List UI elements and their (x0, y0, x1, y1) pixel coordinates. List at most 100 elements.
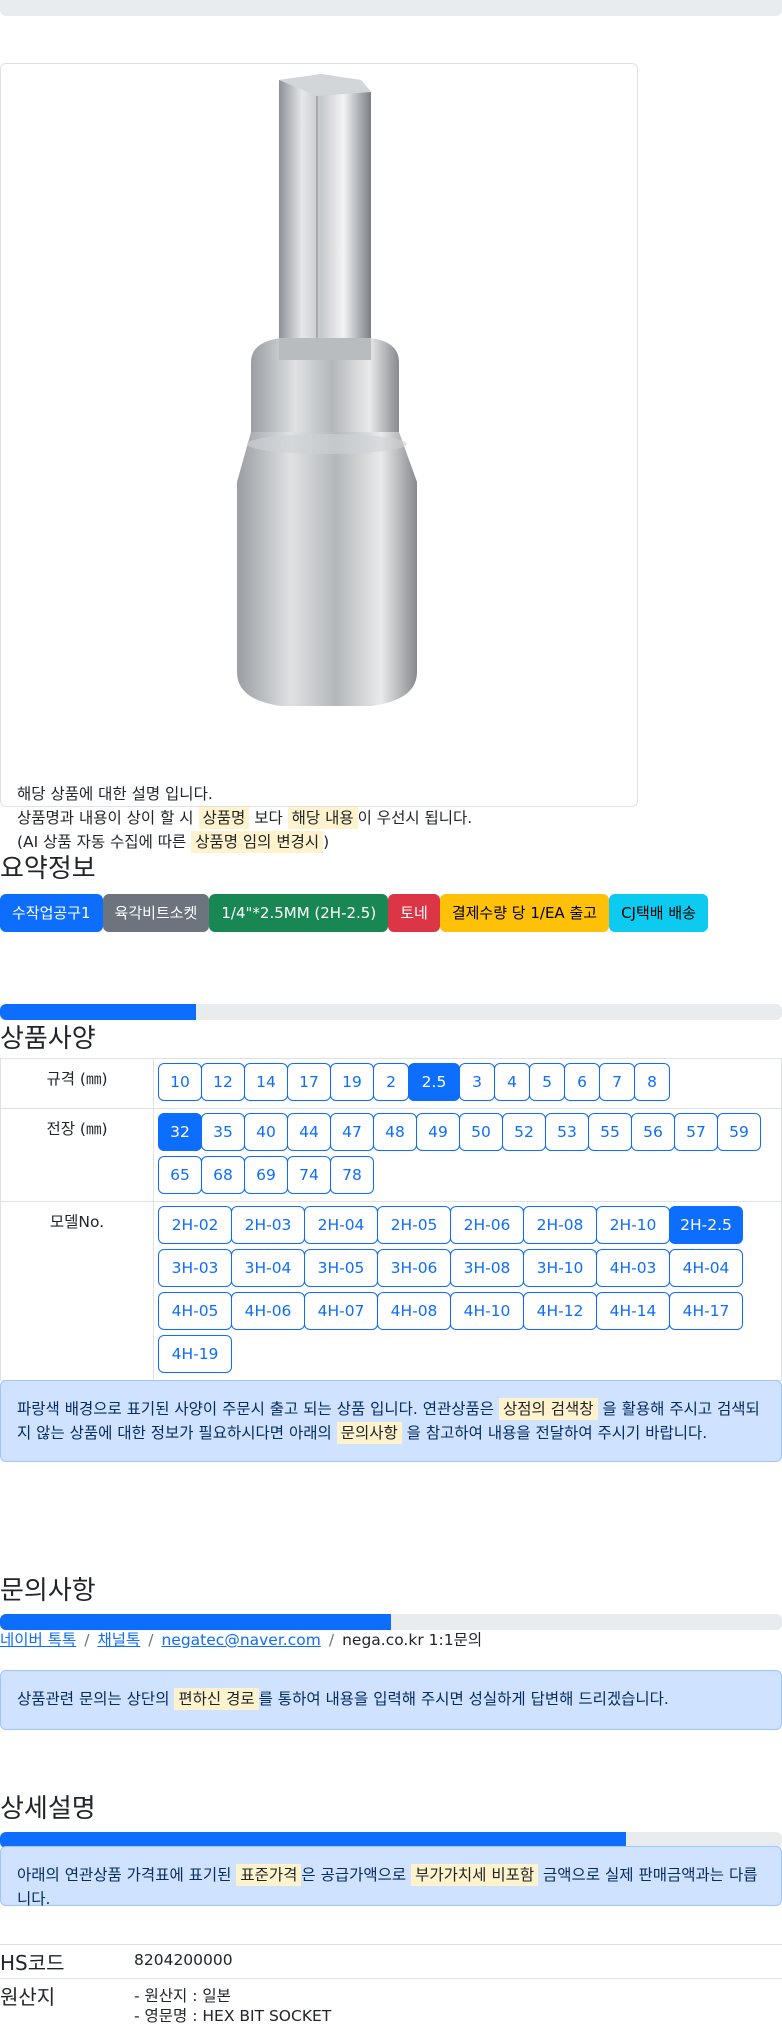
spec-option-button[interactable]: 2H-04 (304, 1206, 378, 1244)
spec-option-button[interactable]: 74 (287, 1156, 331, 1194)
desc-line-2: 상품명과 내용이 상이 할 시 상품명 보다 해당 내용 이 우선시 됩니다. (17, 807, 473, 829)
spec-option-button[interactable]: 4H-12 (523, 1292, 597, 1330)
spec-option-button[interactable]: 4H-07 (304, 1292, 378, 1330)
spec-option-button[interactable]: 2H-08 (523, 1206, 597, 1244)
spec-option-button[interactable]: 3H-10 (523, 1249, 597, 1287)
summary-badges: 수작업공구1 육각비트소켓 1/4"*2.5MM (2H-2.5) 토네 결제수량 당 … (0, 894, 708, 932)
spec-option-button[interactable]: 3H-06 (377, 1249, 451, 1287)
spec-option-button[interactable]: 4H-03 (596, 1249, 670, 1287)
origin-line-2: - 영문명 : HEX BIT SOCKET (134, 2007, 332, 2025)
inquiry-links: 네이버 톡톡 / 채널톡 / negatec@naver.com / nega.co.kr … (0, 1628, 482, 1650)
spec-option-button[interactable]: 32 (158, 1113, 202, 1151)
spec-label: 모델No. (0, 1201, 154, 1381)
spec-option-button[interactable]: 4H-14 (596, 1292, 670, 1330)
spec-progress (0, 1004, 782, 1020)
highlight-route: 편하신 경로 (174, 1688, 259, 1710)
highlight-name-change: 상품명 임의 변경시 (191, 831, 324, 853)
separator: / (328, 1631, 335, 1649)
spec-option-button[interactable]: 48 (373, 1113, 417, 1151)
spec-option-button[interactable]: 7 (599, 1063, 635, 1101)
hs-code-row: HS코드 8204200000 (0, 1944, 782, 1979)
spec-option-button[interactable]: 57 (674, 1113, 718, 1151)
channel-talk-link[interactable]: 채널톡 (97, 1631, 140, 1649)
spec-option-button[interactable]: 2H-2.5 (669, 1206, 743, 1244)
spec-option-button[interactable]: 10 (158, 1063, 202, 1101)
top-progress-bar (0, 0, 782, 16)
spec-option-button[interactable]: 4H-05 (158, 1292, 232, 1330)
spec-option-button[interactable]: 3H-08 (450, 1249, 524, 1287)
spec-option-button[interactable]: 4H-17 (669, 1292, 743, 1330)
spec-option-button[interactable]: 2H-10 (596, 1206, 670, 1244)
spec-row: 전장 (㎜) 32 35 40 44 47 48 49 50 52 53 55 56 57 59 65 68 69… (0, 1108, 782, 1202)
spec-label: 규격 (㎜) (0, 1058, 154, 1109)
spec-option-button[interactable]: 52 (502, 1113, 546, 1151)
detail-notice: 아래의 연관상품 가격표에 표기된 표준가격 은 공급가액으로 부가가치세 비포함… (0, 1846, 782, 1908)
summary-badge: CJ택배 배송 (609, 894, 708, 932)
spec-option-button[interactable]: 35 (201, 1113, 245, 1151)
spec-option-button[interactable]: 3 (459, 1063, 495, 1101)
spec-option-button[interactable]: 4H-04 (669, 1249, 743, 1287)
spec-option-button[interactable]: 55 (588, 1113, 632, 1151)
spec-option-button[interactable]: 2 (373, 1063, 409, 1101)
separator: / (84, 1631, 90, 1649)
spec-option-button[interactable]: 14 (244, 1063, 288, 1101)
spec-option-button[interactable]: 69 (244, 1156, 288, 1194)
spec-option-button[interactable]: 17 (287, 1063, 331, 1101)
spec-option-button[interactable]: 5 (529, 1063, 565, 1101)
email-link[interactable]: negatec@naver.com (161, 1631, 320, 1649)
inquiry-notice: 상품관련 문의는 상단의 편하신 경로 를 통하여 내용을 입력해 주시면 성실하… (0, 1670, 782, 1730)
spec-option-button[interactable]: 4 (494, 1063, 530, 1101)
spec-option-button[interactable]: 49 (416, 1113, 460, 1151)
spec-options: 10 12 14 17 19 2 2.5 3 4 5 6 7 8 (153, 1058, 782, 1109)
highlight-standard-price: 표준가격 (236, 1864, 302, 1886)
spec-option-button[interactable]: 4H-08 (377, 1292, 451, 1330)
spec-option-button[interactable]: 2H-05 (377, 1206, 451, 1244)
spec-option-button[interactable]: 47 (330, 1113, 374, 1151)
spec-option-button[interactable]: 4H-19 (158, 1335, 232, 1373)
summary-badge: 토네 (388, 894, 440, 932)
spec-option-button[interactable]: 4H-10 (450, 1292, 524, 1330)
spec-option-button[interactable]: 44 (287, 1113, 331, 1151)
hs-code-label: HS코드 (0, 1951, 65, 1975)
spec-option-button[interactable]: 2H-03 (231, 1206, 305, 1244)
spec-option-button[interactable]: 6 (564, 1063, 600, 1101)
summary-badge: 결제수량 당 1/EA 출고 (439, 894, 610, 932)
spec-option-button[interactable]: 78 (330, 1156, 374, 1194)
spec-option-button[interactable]: 4H-06 (231, 1292, 305, 1330)
summary-title: 요약정보 (0, 854, 96, 884)
separator: / (148, 1631, 154, 1649)
spec-option-button[interactable]: 53 (545, 1113, 589, 1151)
inquiry-title: 문의사항 (0, 1576, 96, 1606)
product-description: 해당 상품에 대한 설명 입니다. 상품명과 내용이 상이 할 시 상품명 보다… (17, 782, 472, 854)
spec-option-button[interactable]: 68 (201, 1156, 245, 1194)
spec-option-button[interactable]: 56 (631, 1113, 675, 1151)
site-inquiry-text: nega.co.kr 1:1문의 (342, 1631, 483, 1649)
spec-option-button[interactable]: 12 (201, 1063, 245, 1101)
summary-badge: 수작업공구1 (0, 894, 103, 932)
product-image (237, 74, 417, 706)
spec-title: 상품사양 (0, 1024, 96, 1054)
spec-option-button[interactable]: 19 (330, 1063, 374, 1101)
origin-row: 원산지 - 원산지 : 일본 - 영문명 : HEX BIT SOCKET (0, 1978, 782, 2028)
highlight-content: 해당 내용 (287, 807, 358, 829)
naver-talktalk-link[interactable]: 네이버 톡톡 (0, 1631, 76, 1649)
spec-option-button[interactable]: 59 (717, 1113, 761, 1151)
spec-option-button[interactable]: 40 (244, 1113, 288, 1151)
spec-option-button[interactable]: 8 (634, 1063, 670, 1101)
spec-option-button[interactable]: 3H-03 (158, 1249, 232, 1287)
spec-notice: 파랑색 배경으로 표기된 사양이 주문시 출고 되는 상품 입니다. 연관상품은… (0, 1380, 782, 1462)
product-card: 해당 상품에 대한 설명 입니다. 상품명과 내용이 상이 할 시 상품명 보다… (0, 63, 638, 853)
spec-option-button[interactable]: 2H-06 (450, 1206, 524, 1244)
spec-option-button[interactable]: 3H-04 (231, 1249, 305, 1287)
spec-option-button[interactable]: 2.5 (408, 1063, 460, 1101)
spec-option-button[interactable]: 3H-05 (304, 1249, 378, 1287)
spec-option-button[interactable]: 65 (158, 1156, 202, 1194)
hs-code-value: 8204200000 (134, 1951, 233, 1969)
highlight-store-search: 상점의 검색창 (499, 1398, 598, 1420)
highlight-product-name: 상품명 (198, 807, 250, 829)
spec-label: 전장 (㎜) (0, 1108, 154, 1202)
spec-option-button[interactable]: 50 (459, 1113, 503, 1151)
spec-option-button[interactable]: 2H-02 (158, 1206, 232, 1244)
summary-badge: 육각비트소켓 (102, 894, 210, 932)
desc-line-1: 해당 상품에 대한 설명 입니다. (17, 785, 213, 803)
